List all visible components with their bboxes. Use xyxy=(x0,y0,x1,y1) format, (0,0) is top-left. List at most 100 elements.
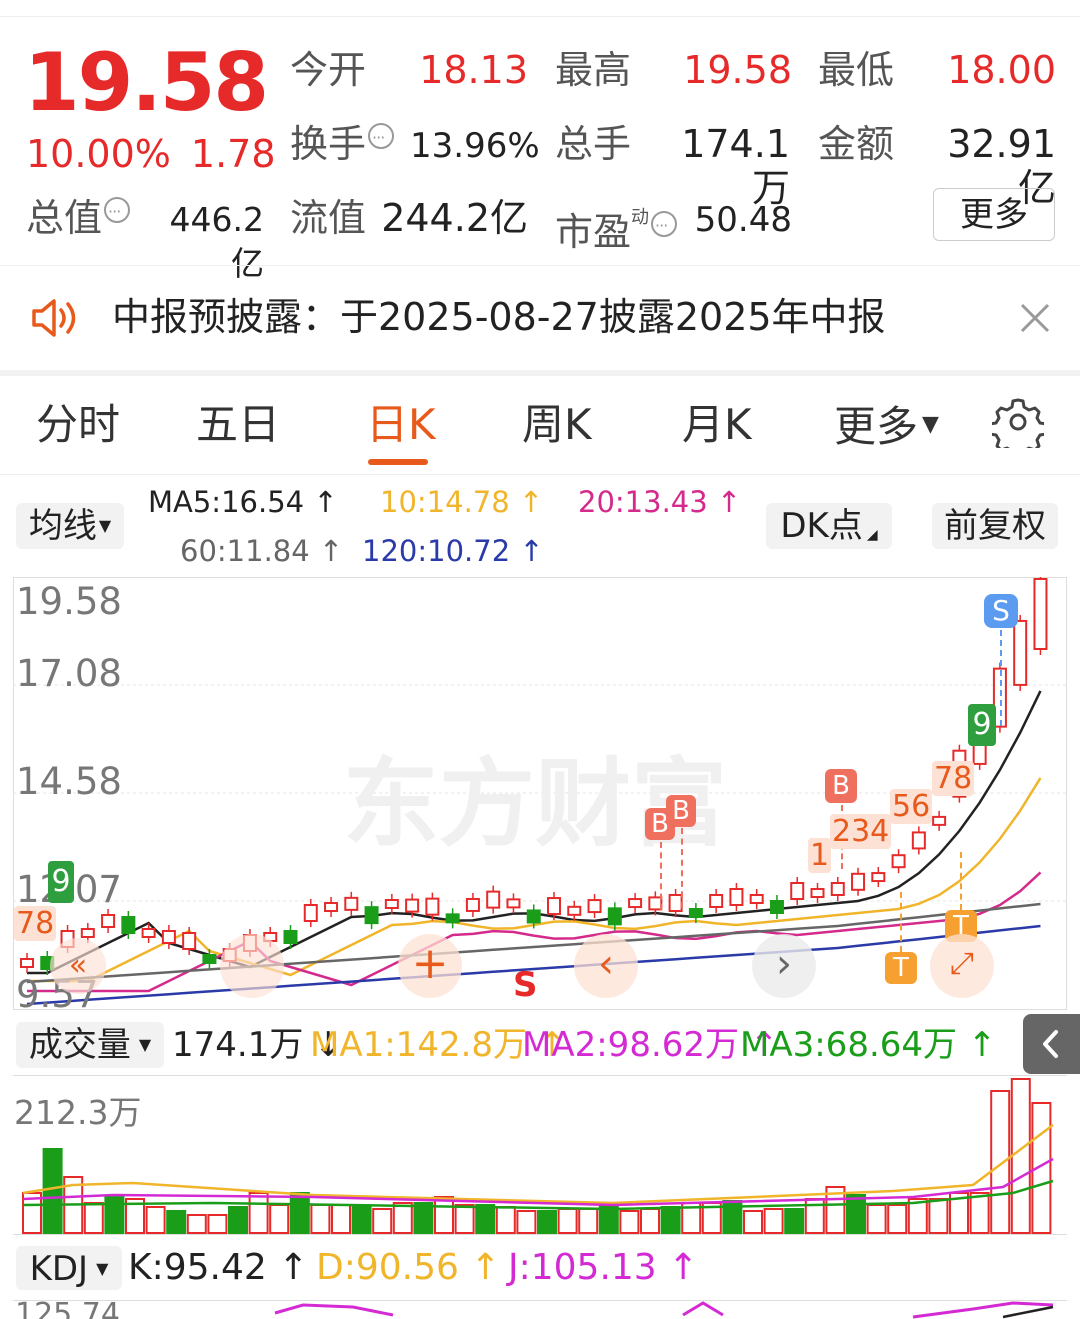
buy-signal-marker[interactable]: B xyxy=(825,769,857,803)
volume-ma3: MA3:68.64万 ↑ xyxy=(740,1025,997,1065)
volume-bar xyxy=(248,1192,269,1234)
tab-zhouk[interactable]: 周K xyxy=(522,400,592,450)
next-icon[interactable]: › xyxy=(752,934,816,998)
volume-bar xyxy=(331,1204,351,1234)
volume-bar xyxy=(42,1148,63,1234)
dk-point-selector[interactable]: DK点 ◢ xyxy=(766,503,892,549)
volume-bar xyxy=(434,1196,454,1234)
buy-signal-marker[interactable]: B xyxy=(666,795,696,827)
candle xyxy=(547,897,561,916)
speaker-icon xyxy=(30,296,80,340)
signal-dash xyxy=(900,892,902,952)
low-value: 18.00 xyxy=(947,48,1056,92)
volume-svg xyxy=(22,1078,1054,1234)
candle xyxy=(668,894,683,912)
caret-down-icon: ▼ xyxy=(98,516,112,535)
tab-rik[interactable]: 日K xyxy=(366,400,436,450)
candle xyxy=(567,905,582,916)
volume-bar xyxy=(619,1210,640,1234)
sell-signal-marker[interactable]: S xyxy=(984,594,1018,628)
overlay-button[interactable] xyxy=(220,934,284,998)
volume-moving-averages xyxy=(22,1124,1054,1211)
t-signal-marker[interactable]: T xyxy=(885,952,917,984)
candle xyxy=(283,930,298,944)
kdj-chart[interactable]: 125.74 xyxy=(13,1300,1067,1319)
fullscreen-icon[interactable]: ⤢ xyxy=(930,934,994,998)
candle xyxy=(749,894,764,904)
candle xyxy=(932,815,947,826)
adjust-mode-selector[interactable]: 前复权 xyxy=(932,503,1058,549)
caret-down-icon: ▼ xyxy=(922,412,939,437)
candle xyxy=(405,898,420,913)
tab-yuek[interactable]: 月K xyxy=(682,400,752,450)
low-label: 最低 xyxy=(818,48,895,92)
ma20-value: 20:13.43 ↑ xyxy=(578,485,742,519)
volume-bar xyxy=(104,1196,125,1234)
close-icon[interactable] xyxy=(1018,301,1052,335)
amount-label: 金额 xyxy=(818,122,895,166)
info-icon[interactable] xyxy=(651,204,678,248)
info-icon[interactable] xyxy=(368,116,395,160)
tab-fenshi[interactable]: 分时 xyxy=(36,400,120,450)
more-button[interactable]: 更多 xyxy=(933,188,1055,241)
kdj-j: J:105.13 ↑ xyxy=(508,1247,699,1288)
sell-signal-marker[interactable]: S xyxy=(513,965,538,1005)
kdj-selector[interactable]: KDJ ▼ xyxy=(16,1246,122,1290)
corner-caret-icon: ◢ xyxy=(866,527,878,543)
volume-bar xyxy=(763,1208,784,1234)
tab-wuri[interactable]: 五日 xyxy=(196,400,280,450)
volume-bar xyxy=(186,1214,207,1234)
tab-more[interactable]: 更多 ▼ xyxy=(834,400,939,452)
turnover-value: 13.96% xyxy=(410,126,540,166)
active-tab-indicator xyxy=(368,459,428,465)
pe-label: 市盈动 xyxy=(555,196,678,254)
candle xyxy=(384,898,399,909)
volume-bar xyxy=(145,1206,166,1234)
price-change: 10.00% 1.78 xyxy=(26,132,296,176)
volume-bar xyxy=(166,1210,187,1234)
candle xyxy=(911,831,926,850)
float-label: 流值 xyxy=(290,196,367,240)
info-icon[interactable] xyxy=(104,190,131,234)
volume-bar xyxy=(784,1208,805,1234)
open-value: 18.13 xyxy=(419,48,528,92)
notice-text[interactable]: 中报预披露：于2025-08-27披露2025年中报 xyxy=(112,294,886,340)
candle xyxy=(587,899,602,914)
kdj-lines xyxy=(274,1301,1054,1319)
volume-bar xyxy=(351,1206,372,1234)
volume-bar xyxy=(289,1192,310,1234)
candle xyxy=(80,928,95,938)
candle xyxy=(709,894,724,908)
candle xyxy=(465,897,480,912)
high-value: 19.58 xyxy=(683,48,792,92)
candle xyxy=(202,954,217,964)
volume-selector[interactable]: 成交量 ▼ xyxy=(16,1022,164,1068)
candle xyxy=(101,914,116,928)
ma-selector[interactable]: 均线 ▼ xyxy=(16,503,124,549)
prev-icon[interactable]: ‹ xyxy=(574,934,638,998)
volume-bar xyxy=(743,1210,763,1234)
candle xyxy=(303,904,318,922)
sequence-marker: 234 xyxy=(830,814,892,849)
kdj-d: D:90.56 ↑ xyxy=(316,1247,501,1288)
collapse-icon[interactable]: « xyxy=(50,938,106,994)
kline-axis-max: 19.58 xyxy=(16,580,122,623)
volume-bar xyxy=(516,1210,537,1234)
nine-count-marker: 9 xyxy=(968,704,996,746)
candle xyxy=(182,932,197,950)
section-divider xyxy=(0,370,1080,376)
gear-icon[interactable] xyxy=(987,396,1049,460)
top-divider xyxy=(0,0,1080,17)
volume-bar xyxy=(207,1214,228,1234)
zoom-in-icon[interactable]: + xyxy=(398,934,462,998)
candle xyxy=(769,900,784,914)
caret-down-icon: ▼ xyxy=(96,1259,109,1278)
candle xyxy=(891,854,906,869)
side-panel-toggle[interactable] xyxy=(1023,1014,1080,1074)
volume-bar xyxy=(269,1204,290,1234)
volume-bar xyxy=(454,1204,475,1234)
ma60-value: 60:11.84 ↑ xyxy=(180,534,344,568)
signal-dash xyxy=(960,852,962,910)
open-label: 今开 xyxy=(290,48,367,92)
chevron-left-icon xyxy=(1043,1030,1058,1058)
